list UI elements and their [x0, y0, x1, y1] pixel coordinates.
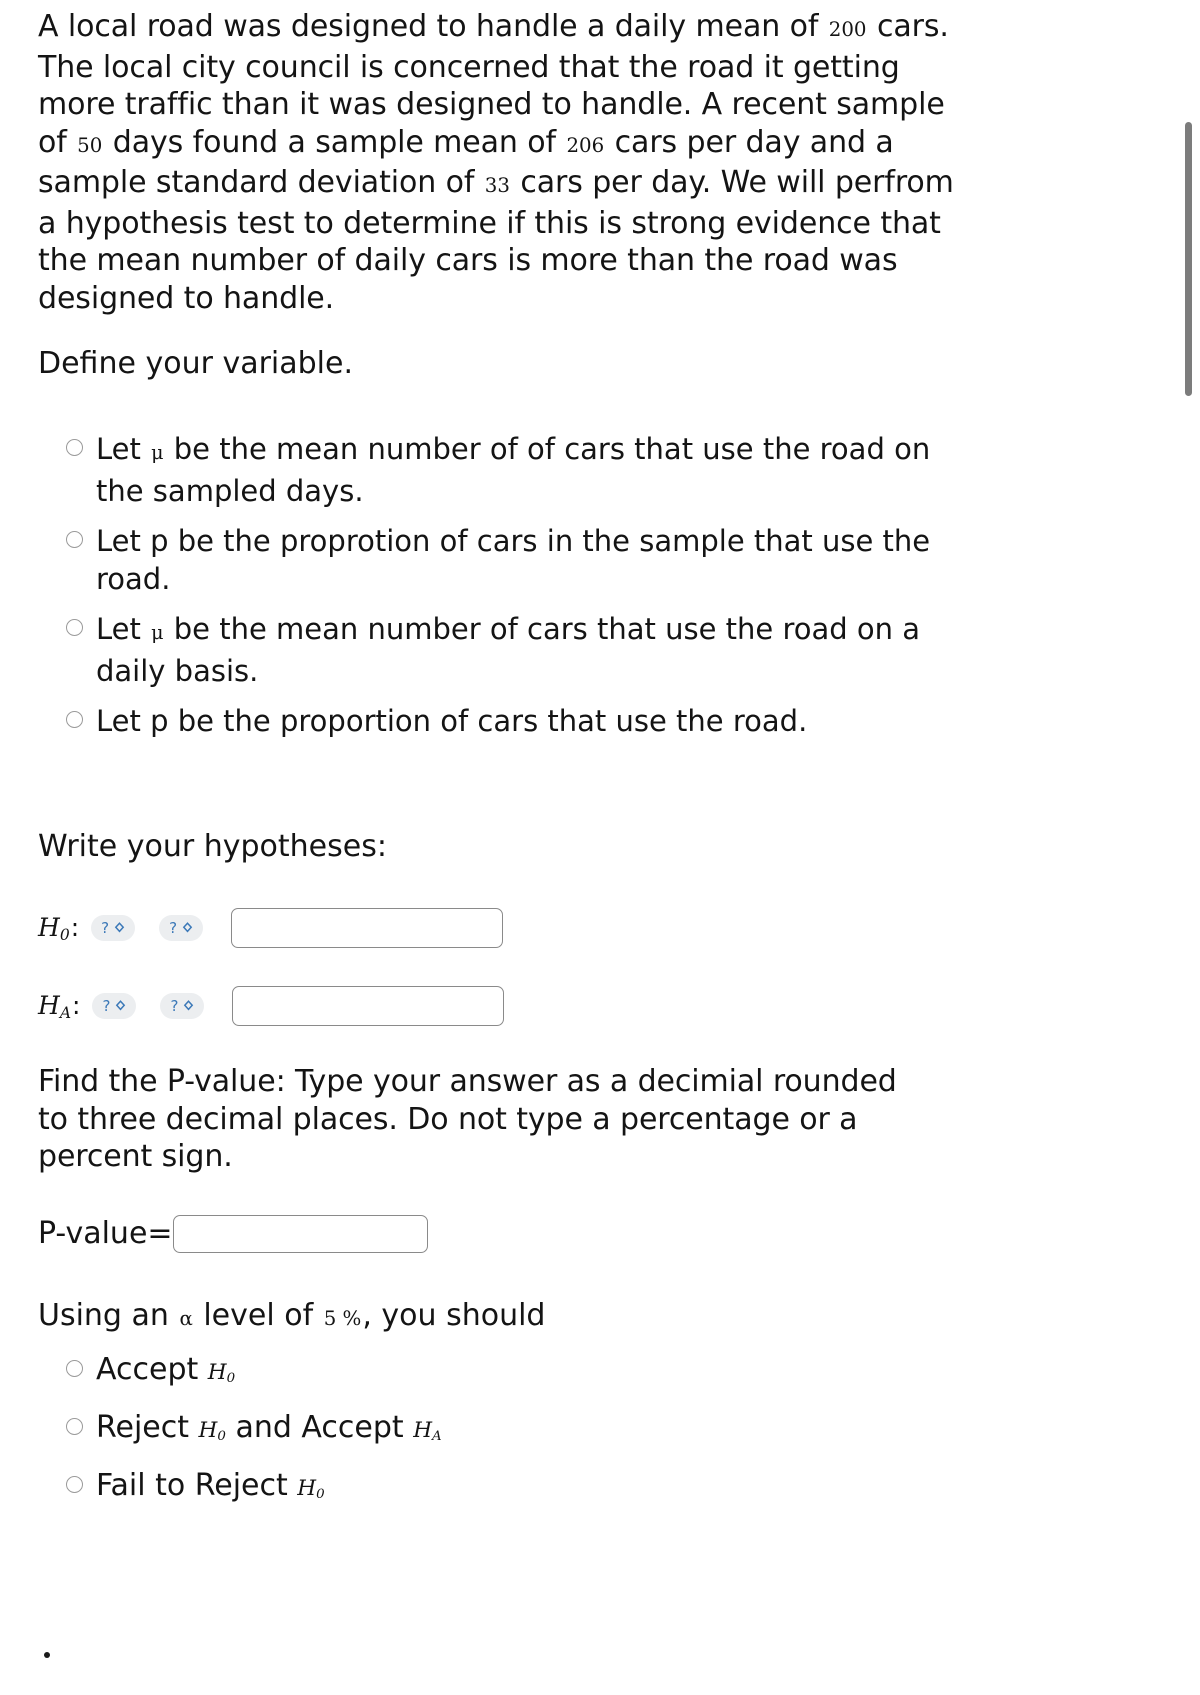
- math-value: 50: [77, 133, 103, 157]
- question-mark-icon: ?: [169, 918, 178, 937]
- pvalue-instructions: Find the P-value: Type your answer as a …: [38, 1064, 897, 1174]
- chevron-updown-icon: [183, 999, 194, 1013]
- math-symbol: HA: [413, 1417, 442, 1444]
- question-mark-icon: ?: [101, 918, 110, 937]
- radio-option-conclusion-1[interactable]: Accept H0: [66, 1345, 766, 1403]
- radio-option-conclusion-3[interactable]: Fail to Reject H0: [66, 1461, 766, 1519]
- pvalue-label: P-value=: [38, 1216, 173, 1251]
- bottom-bullet-marker: [44, 1652, 50, 1658]
- hypothesis-null-dropdown-1[interactable]: ?: [91, 915, 136, 941]
- radio-option-variable-1[interactable]: Let μ be the mean number of of cars that…: [66, 430, 946, 510]
- pvalue-input[interactable]: [172, 1215, 428, 1253]
- radio-circle-icon[interactable]: [66, 711, 83, 728]
- radio-circle-icon[interactable]: [66, 1417, 83, 1435]
- hypothesis-alternative-symbol: HA:: [38, 990, 81, 1022]
- radio-option-variable-4-label: Let p be the proportion of cars that use…: [96, 704, 808, 738]
- radio-circle-icon[interactable]: [66, 1475, 83, 1493]
- question-mark-icon: ?: [102, 996, 111, 1015]
- problem-statement: A local road was designed to handle a da…: [38, 8, 958, 317]
- radio-option-variable-2-label: Let p be the proprotion of cars in the s…: [96, 524, 931, 596]
- define-variable-options: Let μ be the mean number of of cars that…: [66, 430, 946, 752]
- radio-circle-icon[interactable]: [66, 1360, 83, 1377]
- hypotheses-heading: Write your hypotheses:: [38, 829, 387, 864]
- math-value: μ: [151, 441, 164, 464]
- radio-circle-icon[interactable]: [66, 439, 83, 456]
- hypothesis-null-dropdown-2[interactable]: ?: [159, 915, 204, 941]
- radio-option-conclusion-2-label: Reject H0 and Accept HA: [96, 1409, 442, 1445]
- math-value: 33: [484, 174, 510, 197]
- conclusion-prompt: Using an α level of 5 %, you should: [38, 1297, 545, 1338]
- radio-option-conclusion-3-label: Fail to Reject H0: [96, 1467, 325, 1503]
- math-symbol: H0: [297, 1475, 325, 1502]
- math-value: 206: [566, 133, 605, 157]
- radio-option-variable-1-label: Let μ be the mean number of of cars that…: [96, 432, 931, 508]
- hypothesis-null-symbol: H0:: [38, 912, 80, 944]
- hypothesis-alternative-dropdown-1[interactable]: ?: [92, 993, 137, 1019]
- radio-circle-icon[interactable]: [66, 619, 83, 636]
- math-value: α: [179, 1307, 193, 1330]
- chevron-updown-icon: [115, 999, 126, 1013]
- radio-option-variable-2[interactable]: Let p be the proprotion of cars in the s…: [66, 522, 946, 598]
- hypothesis-row-alternative: HA: ? ?: [38, 984, 505, 1028]
- radio-option-conclusion-1-label: Accept H0: [96, 1352, 236, 1387]
- hypothesis-alternative-dropdown-2[interactable]: ?: [160, 993, 205, 1019]
- radio-option-variable-3[interactable]: Let μ be the mean number of cars that us…: [66, 610, 946, 690]
- math-symbol: H0: [207, 1360, 236, 1386]
- question-page: A local road was designed to handle a da…: [0, 0, 1200, 1695]
- hypothesis-null-input[interactable]: [231, 908, 504, 948]
- chevron-updown-icon: [182, 921, 193, 935]
- scrollbar-thumb[interactable]: [1185, 122, 1192, 396]
- hypothesis-alternative-input[interactable]: [232, 986, 505, 1026]
- radio-circle-icon[interactable]: [66, 531, 83, 548]
- math-symbol: H0: [198, 1417, 226, 1444]
- hypothesis-row-null: H0: ? ?: [38, 906, 504, 950]
- radio-option-conclusion-2[interactable]: Reject H0 and Accept HA: [66, 1403, 766, 1461]
- conclusion-options: Accept H0 Reject H0 and Accept HA Fail t…: [66, 1345, 766, 1519]
- conclusion-prompt-rich: Using an α level of 5 %, you should: [38, 1298, 546, 1333]
- math-value: 5 %: [323, 1307, 362, 1330]
- math-value: μ: [151, 621, 164, 644]
- radio-option-variable-4[interactable]: Let p be the proportion of cars that use…: [66, 702, 946, 740]
- pvalue-row: P-value=: [38, 1215, 428, 1253]
- problem-statement-rich: A local road was designed to handle a da…: [38, 9, 954, 316]
- chevron-updown-icon: [114, 921, 125, 935]
- question-mark-icon: ?: [170, 996, 179, 1015]
- define-variable-heading: Define your variable.: [38, 346, 354, 381]
- radio-option-variable-3-label: Let μ be the mean number of cars that us…: [96, 612, 921, 688]
- math-value: 200: [828, 18, 867, 41]
